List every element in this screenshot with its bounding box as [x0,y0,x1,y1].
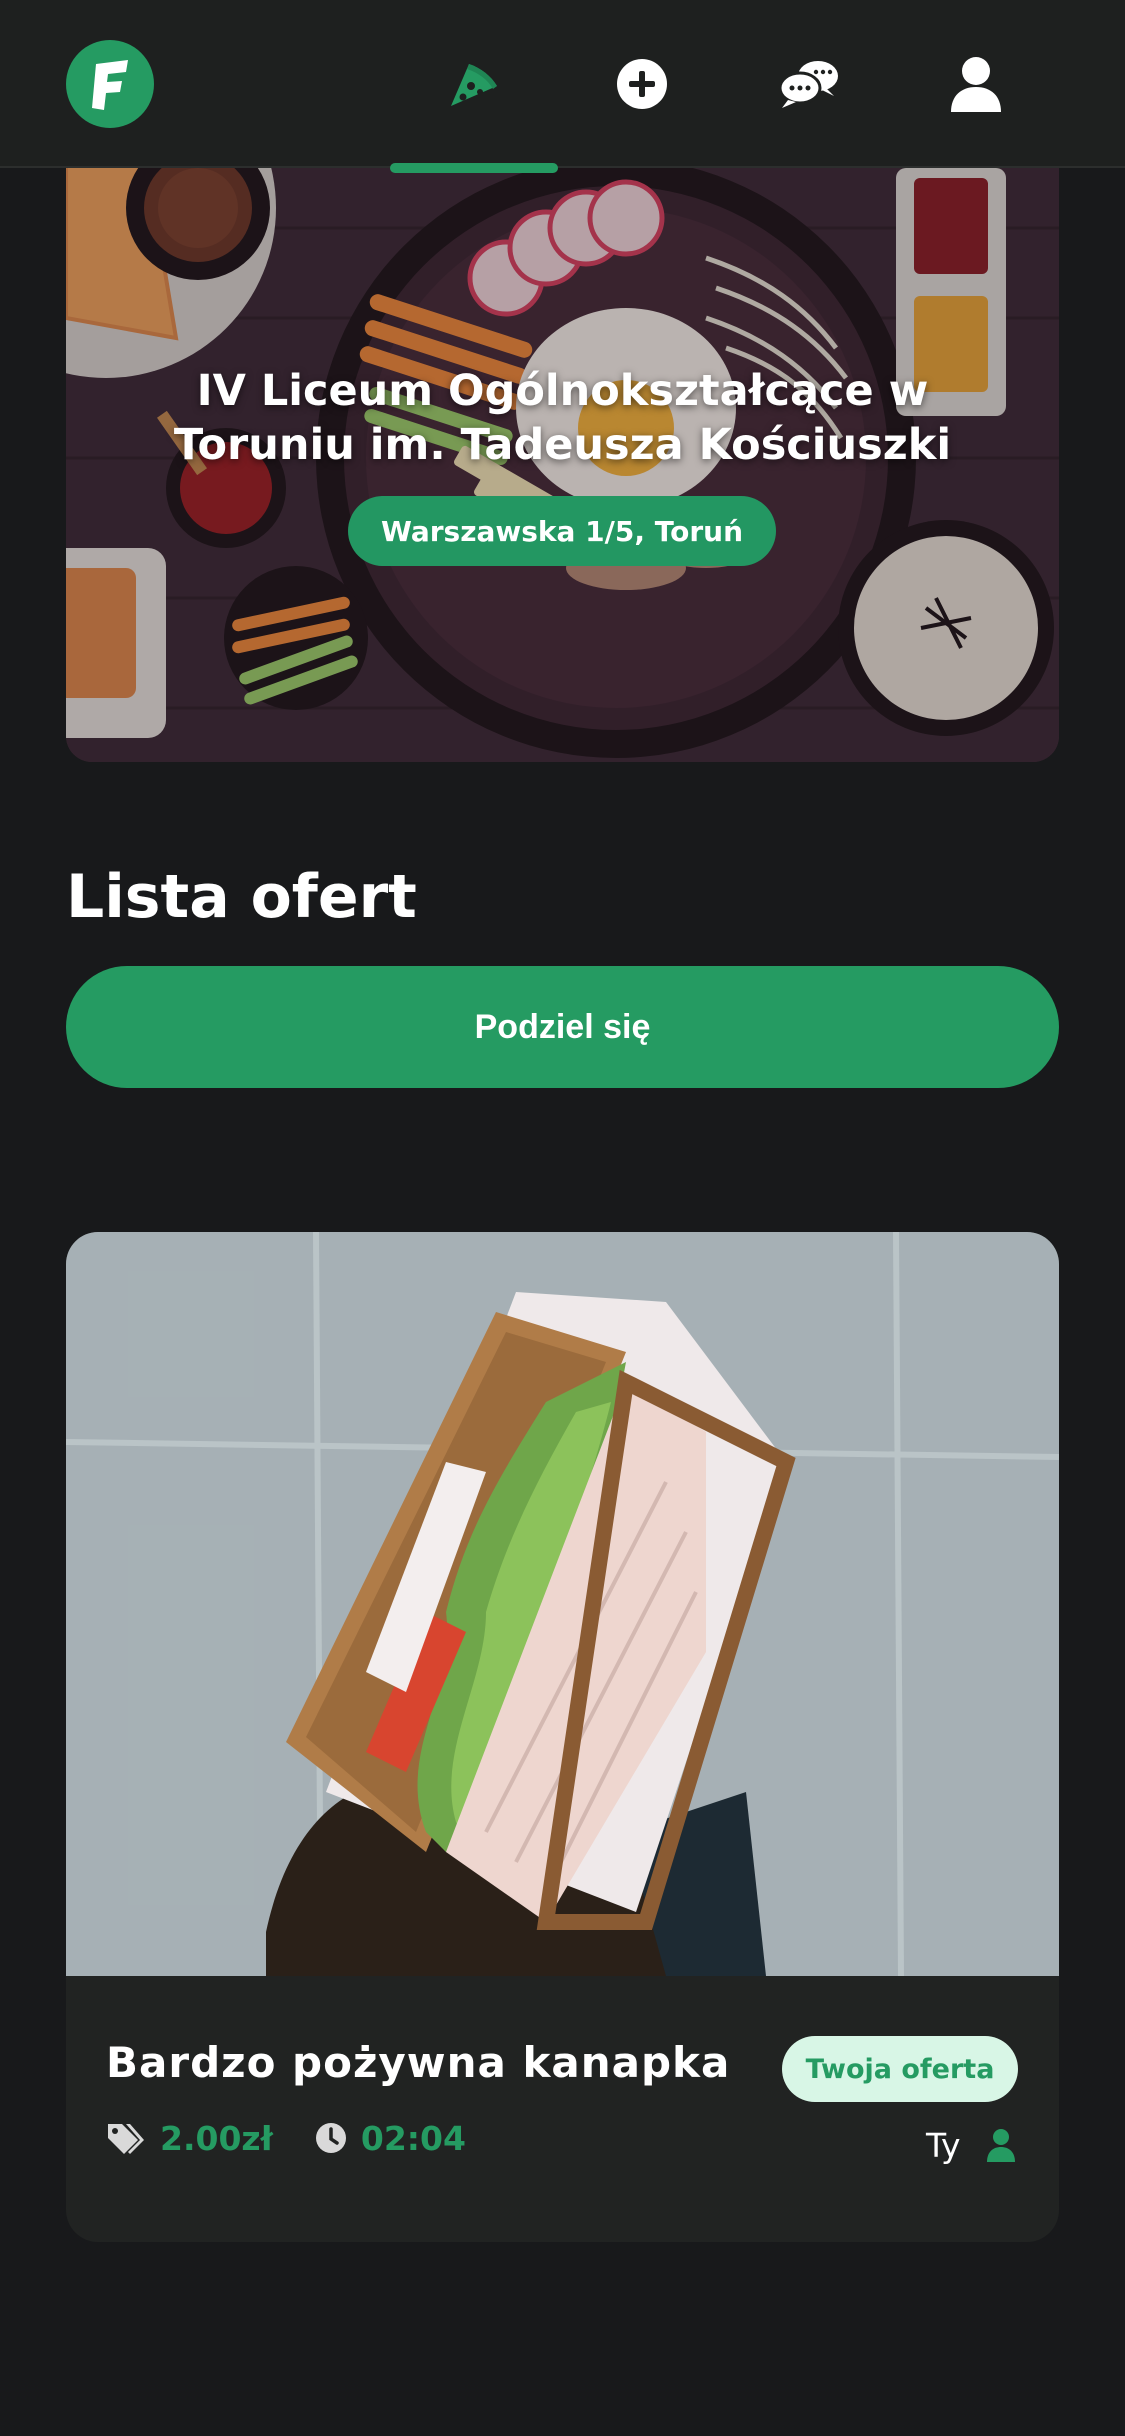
sandwich-photo [66,1232,1059,1976]
offer-time: 02:04 [360,2118,466,2158]
price-tag-icon [108,2124,144,2154]
plus-circle-icon [617,59,667,109]
offer-meta: 2.00zł 02:04 [106,2116,466,2160]
school-name: IV Liceum Ogólnokształcące w Toruniu im.… [173,366,952,470]
offer-owner-label: Ty [926,2126,961,2165]
clock-icon [315,2123,346,2153]
nav-add-tab[interactable] [558,30,726,138]
your-offer-badge: Twoja oferta [782,2036,1018,2102]
offer-title: Bardzo pożywna kanapka [106,2038,731,2087]
offers-section-title: Lista ofert [66,862,417,932]
nav-chat-tab[interactable] [725,30,893,138]
offer-card[interactable]: Bardzo pożywna kanapka 2.00zł 02:04 Twoj… [66,1232,1059,2242]
offer-price: 2.00zł [160,2118,273,2158]
owner-user-icon [987,2129,1015,2162]
user-icon [951,57,1001,112]
nav-profile-tab[interactable] [892,30,1060,138]
logo-f-icon [92,60,128,110]
app-logo[interactable] [66,40,154,128]
active-tab-indicator [390,163,558,173]
chat-bubbles-icon [778,61,838,108]
school-banner: IV Liceum Ogólnokształcące w Toruniu im.… [66,168,1059,762]
top-nav-bar [0,0,1125,168]
share-offer-button[interactable]: Podziel się [66,966,1059,1088]
nav-food-tab[interactable] [390,30,558,138]
school-address-pill[interactable]: Warszawska 1/5, Toruń [348,496,776,566]
pizza-slice-icon [451,64,497,106]
offer-details: Bardzo pożywna kanapka 2.00zł 02:04 Twoj… [66,1976,1059,2242]
